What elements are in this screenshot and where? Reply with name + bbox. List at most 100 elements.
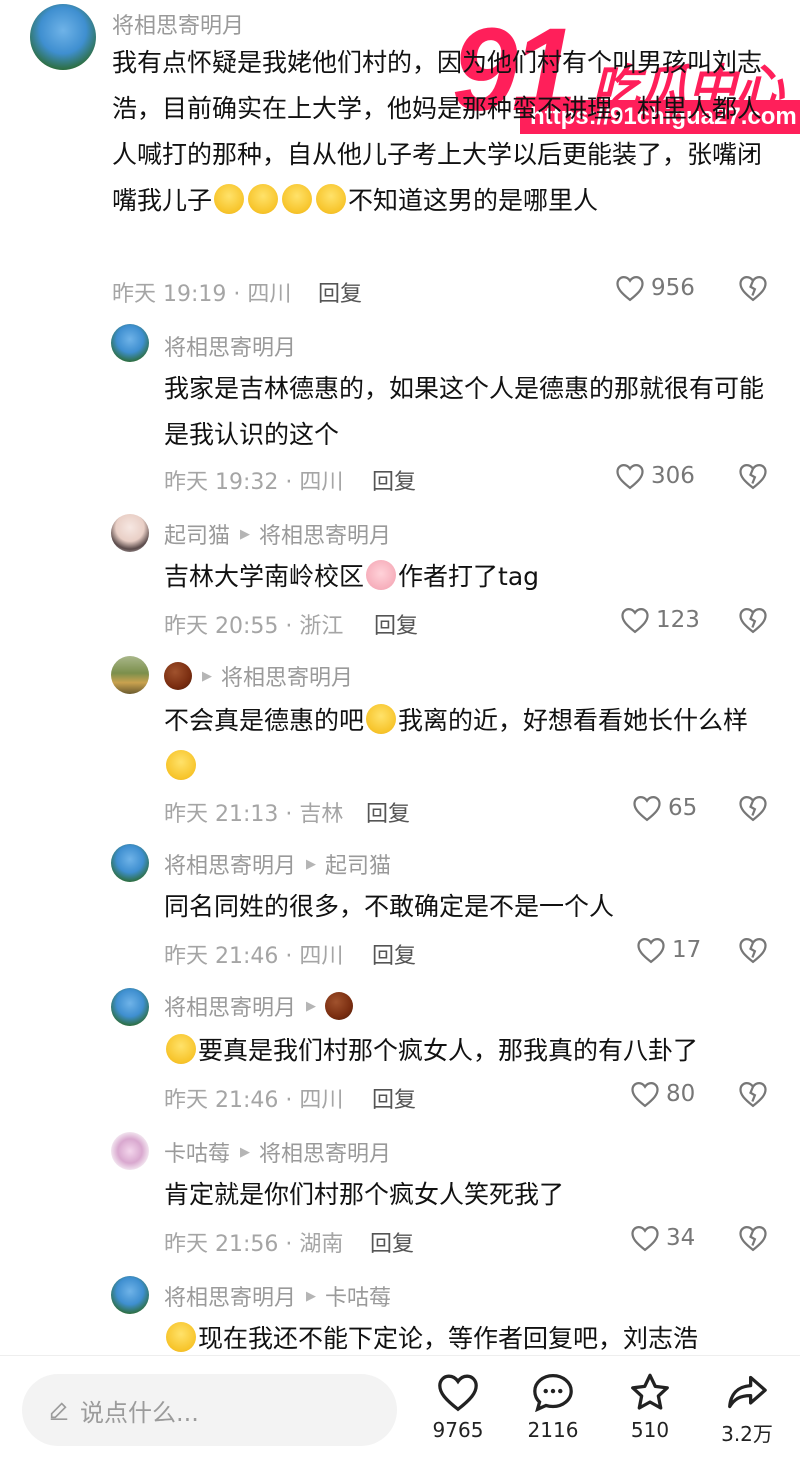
dislike-button[interactable] [738, 936, 768, 964]
comment-text: 同名同姓的很多，不敢确定是不是一个人 [164, 892, 615, 921]
dislike-button[interactable] [738, 794, 768, 822]
heart-icon [438, 1374, 478, 1412]
reply-button[interactable]: 回复 [372, 464, 416, 496]
comment-timestamp: 昨天 21:56 · 湖南 [164, 1232, 344, 1257]
like-button[interactable]: 956 [615, 274, 695, 302]
reply-arrow-icon: ▶ [306, 998, 317, 1014]
reply-arrow-icon: ▶ [240, 526, 251, 542]
comment-timestamp: 昨天 21:13 · 吉林 [164, 802, 344, 827]
avatar[interactable] [111, 844, 149, 882]
like-count: 17 [672, 937, 702, 963]
dislike-button[interactable] [738, 1080, 768, 1108]
comment-input-placeholder: 说点什么... [80, 1398, 199, 1427]
crying-laughing-emoji-icon [316, 184, 347, 214]
like-button[interactable]: 80 [630, 1080, 695, 1108]
comment-author-row[interactable]: 卡咕莓 ▶ 将相思寄明月 [164, 1136, 391, 1168]
avatar[interactable] [111, 514, 149, 552]
crying-laughing-emoji-icon [282, 184, 313, 214]
reply-arrow-icon: ▶ [240, 1144, 251, 1160]
avatar[interactable] [111, 988, 149, 1026]
like-count: 123 [656, 607, 700, 633]
heart-icon [631, 1225, 659, 1252]
comment-timestamp: 昨天 19:32 · 四川 [164, 470, 344, 495]
like-post-button[interactable]: 9765 [413, 1372, 503, 1442]
chat-bubble-icon [533, 1373, 573, 1412]
comment-author-row[interactable]: 起司猫 ▶ 将相思寄明月 [164, 518, 391, 550]
dislike-button[interactable] [738, 274, 768, 302]
crying-laughing-emoji-icon [214, 184, 245, 214]
curious-emoji-icon [166, 750, 196, 780]
like-count: 306 [651, 463, 695, 489]
comment-author-row[interactable]: ▶ 将相思寄明月 [164, 660, 353, 692]
comment-text: 不会真是德惠的吧 我离的近，好想看看她长什么样 [164, 698, 774, 790]
share-arrow-icon [728, 1375, 767, 1409]
dislike-button[interactable] [738, 1224, 768, 1252]
comment-author-row[interactable]: 将相思寄明月 ▶ 卡咕莓 [164, 1280, 391, 1312]
reply-arrow-icon: ▶ [306, 1288, 317, 1304]
reply-button[interactable]: 回复 [318, 276, 362, 308]
reply-button[interactable]: 回复 [370, 1226, 414, 1258]
post-favorite-count: 510 [630, 1418, 670, 1442]
comment-text: 肯定就是你们村那个疯女人笑死我了 [164, 1180, 565, 1209]
comment-timestamp: 昨天 19:19 · 四川 [112, 282, 292, 307]
avatar[interactable] [111, 1132, 149, 1170]
comment-author-row[interactable]: 将相思寄明月 ▶ 起司猫 [164, 848, 391, 880]
comment-author[interactable]: 将相思寄明月 [112, 8, 244, 40]
post-like-count: 9765 [432, 1418, 484, 1442]
comment-author[interactable]: 将相思寄明月 [164, 330, 296, 362]
heart-icon [616, 275, 644, 302]
post-comment-count: 2116 [527, 1418, 579, 1442]
reply-arrow-icon: ▶ [306, 856, 317, 872]
like-count: 65 [668, 795, 698, 821]
dislike-button[interactable] [738, 462, 768, 490]
avatar[interactable] [111, 324, 149, 362]
avatar[interactable] [111, 1276, 149, 1314]
bottom-action-bar: 说点什么... 9765 2116 510 3.2万 [0, 1355, 800, 1460]
avatar[interactable] [30, 4, 96, 70]
chestnut-avatar-icon [164, 662, 192, 690]
broken-heart-icon [739, 607, 767, 634]
comment-text: 要真是我们村那个疯女人，那我真的有八卦了 [164, 1028, 774, 1074]
like-button[interactable]: 123 [620, 606, 700, 634]
comment-post-button[interactable]: 2116 [508, 1372, 598, 1442]
like-button[interactable]: 34 [630, 1224, 695, 1252]
favorite-post-button[interactable]: 510 [605, 1372, 695, 1442]
heart-icon [631, 1081, 659, 1108]
smug-emoji-icon [166, 1034, 196, 1064]
comment-author-row[interactable]: 将相思寄明月 ▶ [164, 990, 354, 1022]
heart-icon [621, 607, 649, 634]
broken-heart-icon [739, 463, 767, 490]
reply-button[interactable]: 回复 [366, 796, 410, 828]
comment-text: 吉林大学南岭校区 作者打了tag [164, 560, 540, 591]
comment-timestamp: 昨天 21:46 · 四川 [164, 944, 344, 969]
like-count: 80 [666, 1081, 696, 1107]
like-count: 34 [666, 1225, 696, 1251]
heart-icon [637, 937, 665, 964]
avatar[interactable] [111, 656, 149, 694]
reply-button[interactable]: 回复 [372, 1082, 416, 1114]
broken-heart-icon [739, 1081, 767, 1108]
like-count: 956 [651, 275, 695, 301]
comment-timestamp: 昨天 21:46 · 四川 [164, 1088, 344, 1113]
broken-heart-icon [739, 937, 767, 964]
dislike-button[interactable] [738, 606, 768, 634]
like-button[interactable]: 17 [636, 936, 701, 964]
comment-input[interactable]: 说点什么... [22, 1374, 397, 1446]
reply-button[interactable]: 回复 [374, 608, 418, 640]
reply-button[interactable]: 回复 [372, 938, 416, 970]
pencil-icon [50, 1402, 68, 1420]
curious-emoji-icon [366, 704, 397, 734]
share-post-button[interactable]: 3.2万 [702, 1372, 792, 1447]
star-icon [631, 1373, 669, 1410]
reply-arrow-icon: ▶ [202, 668, 212, 684]
heart-icon [633, 795, 661, 822]
pig-emoji-icon [366, 560, 397, 590]
crying-laughing-emoji-icon [248, 184, 279, 214]
post-share-count: 3.2万 [721, 1422, 773, 1446]
crying-laughing-emoji-icon [166, 1322, 196, 1352]
comment-timestamp: 昨天 20:55 · 浙江 [164, 614, 344, 639]
broken-heart-icon [739, 1225, 767, 1252]
like-button[interactable]: 306 [615, 462, 695, 490]
like-button[interactable]: 65 [632, 794, 697, 822]
comment-text: 我家是吉林德惠的，如果这个人是德惠的那就很有可能是我认识的这个 [164, 374, 765, 449]
